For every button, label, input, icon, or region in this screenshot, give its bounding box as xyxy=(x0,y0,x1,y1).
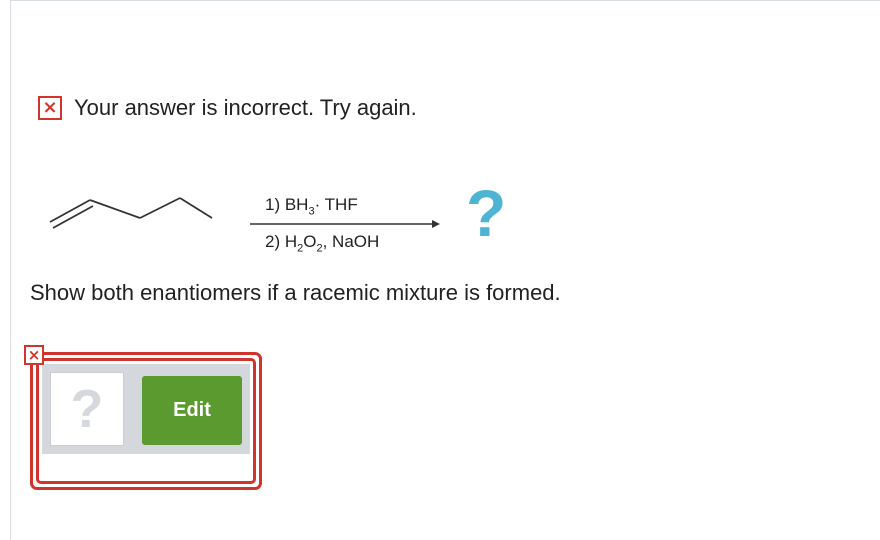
product-question-icon: ? xyxy=(466,176,507,250)
placeholder-question-icon: ? xyxy=(70,379,104,439)
answer-thumbnail[interactable]: ? xyxy=(50,372,124,446)
instruction-text: Show both enantiomers if a racemic mixtu… xyxy=(30,280,561,305)
reagent-step-1: 1) BH3· THF xyxy=(265,195,358,218)
feedback-message: Your answer is incorrect. Try again. xyxy=(74,95,417,120)
feedback-banner: × Your answer is incorrect. Try again. xyxy=(38,92,417,124)
but-1-ene-structure xyxy=(49,197,440,229)
answer-error-icon: × xyxy=(24,345,44,365)
reaction-scheme: 1) BH3· THF 2) H2O2, NaOH xyxy=(40,180,540,270)
close-icon: × xyxy=(38,96,62,120)
edit-button[interactable]: Edit xyxy=(142,376,242,445)
reagent-step-2: 2) H2O2, NaOH xyxy=(265,232,380,255)
